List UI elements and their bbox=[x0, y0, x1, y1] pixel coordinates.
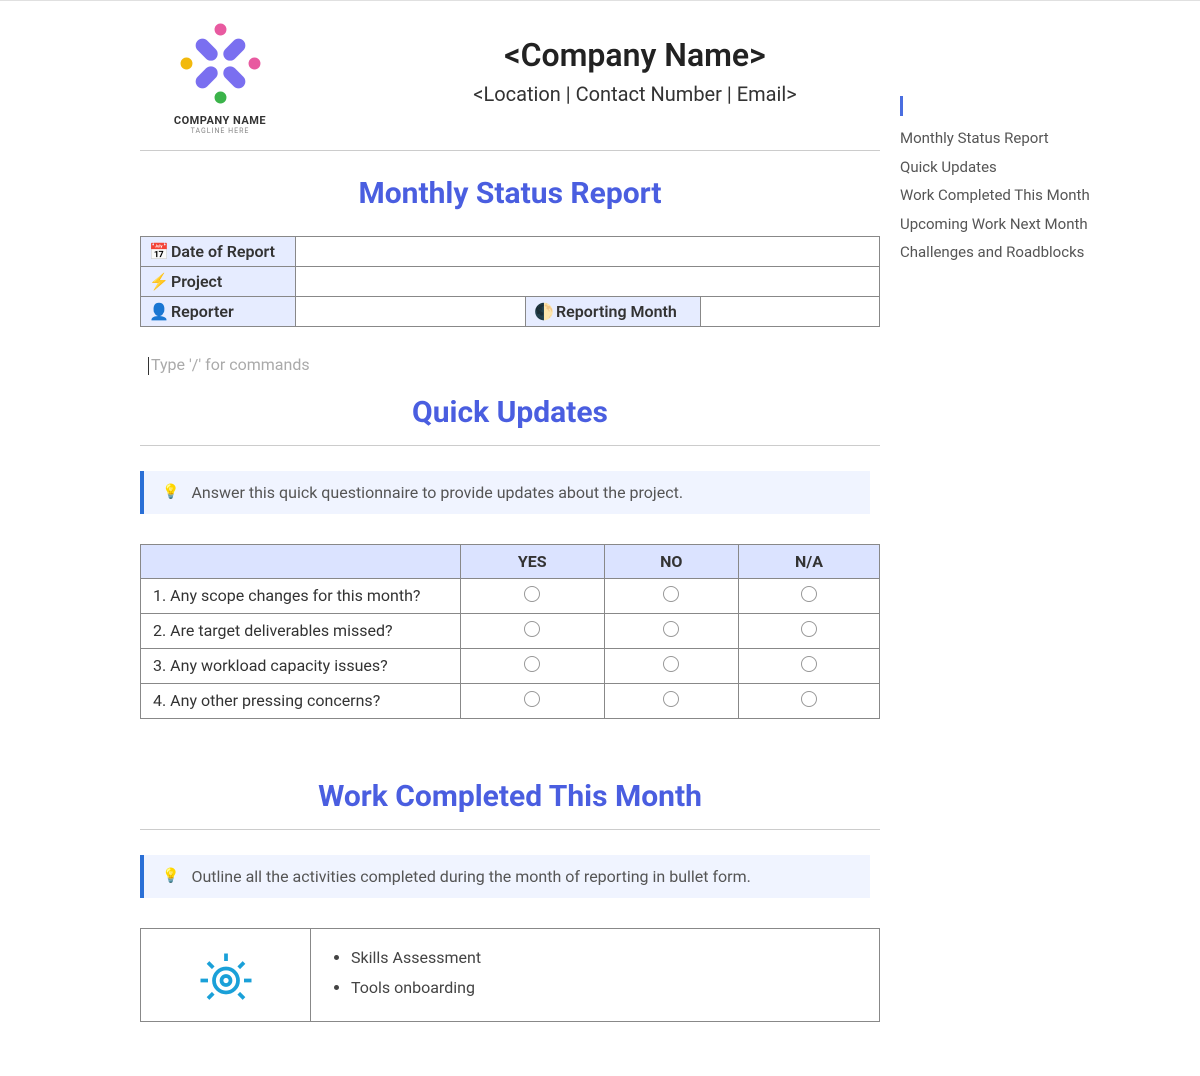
section-title-quick-updates[interactable]: Quick Updates bbox=[140, 395, 880, 430]
radio-na[interactable] bbox=[801, 656, 817, 672]
field-label-reporter: 👤Reporter bbox=[141, 297, 296, 327]
outline-item[interactable]: Monthly Status Report bbox=[900, 124, 1160, 153]
column-yes: YES bbox=[461, 544, 605, 578]
gear-icon bbox=[186, 943, 266, 1003]
radio-yes[interactable] bbox=[524, 691, 540, 707]
calendar-icon: 📅 bbox=[149, 242, 165, 261]
question-row: 3. Any workload capacity issues? bbox=[141, 648, 880, 683]
work-bullets-cell[interactable]: Skills Assessment Tools onboarding bbox=[311, 928, 880, 1021]
radio-yes[interactable] bbox=[524, 656, 540, 672]
company-logo: COMPANY NAME TAGLINE HERE bbox=[140, 21, 300, 135]
bullet-item[interactable]: Tools onboarding bbox=[351, 973, 861, 1003]
radio-na[interactable] bbox=[801, 691, 817, 707]
logo-label: COMPANY NAME bbox=[140, 114, 300, 127]
bulb-icon: 💡 bbox=[162, 868, 179, 884]
questionnaire-table: YES NO N/A 1. Any scope changes for this… bbox=[140, 544, 880, 719]
outline-item[interactable]: Quick Updates bbox=[900, 153, 1160, 182]
field-label-project: ⚡Project bbox=[141, 267, 296, 297]
work-completed-table: Skills Assessment Tools onboarding bbox=[140, 928, 880, 1022]
field-value-reporting-month[interactable] bbox=[701, 297, 880, 327]
radio-no[interactable] bbox=[663, 691, 679, 707]
question-row: 1. Any scope changes for this month? bbox=[141, 578, 880, 613]
outline-item[interactable]: Upcoming Work Next Month bbox=[900, 210, 1160, 239]
logo-tagline: TAGLINE HERE bbox=[140, 127, 300, 135]
column-no: NO bbox=[604, 544, 738, 578]
outline-item[interactable]: Work Completed This Month bbox=[900, 181, 1160, 210]
work-completed-callout: 💡 Outline all the activities completed d… bbox=[140, 855, 870, 898]
field-label-date: 📅Date of Report bbox=[141, 237, 296, 267]
slash-command-input[interactable]: Type '/' for commands bbox=[148, 355, 878, 375]
radio-no[interactable] bbox=[663, 621, 679, 637]
section-title-work-completed[interactable]: Work Completed This Month bbox=[140, 779, 880, 814]
outline-marker bbox=[900, 96, 1160, 116]
question-row: 2. Are target deliverables missed? bbox=[141, 613, 880, 648]
company-name[interactable]: <Company Name> bbox=[380, 36, 890, 74]
radio-yes[interactable] bbox=[524, 621, 540, 637]
bullet-item[interactable]: Skills Assessment bbox=[351, 943, 861, 973]
radio-no[interactable] bbox=[663, 656, 679, 672]
divider bbox=[140, 445, 880, 446]
quick-updates-callout: 💡 Answer this quick questionnaire to pro… bbox=[140, 471, 870, 514]
radio-yes[interactable] bbox=[524, 586, 540, 602]
field-value-project[interactable] bbox=[296, 267, 880, 297]
callout-text: Answer this quick questionnaire to provi… bbox=[191, 483, 683, 502]
radio-na[interactable] bbox=[801, 621, 817, 637]
report-info-table: 📅Date of Report ⚡Project 👤Reporter 🌓Repo… bbox=[140, 236, 880, 327]
logo-icon bbox=[178, 21, 263, 106]
divider bbox=[140, 150, 880, 151]
document-header: COMPANY NAME TAGLINE HERE <Company Name>… bbox=[140, 21, 890, 135]
company-subheading[interactable]: <Location | Contact Number | Email> bbox=[380, 82, 890, 106]
lightning-icon: ⚡ bbox=[149, 272, 165, 291]
moon-icon: 🌓 bbox=[534, 302, 550, 321]
divider bbox=[140, 829, 880, 830]
field-label-reporting-month: 🌓Reporting Month bbox=[526, 297, 701, 327]
question-row: 4. Any other pressing concerns? bbox=[141, 683, 880, 718]
column-na: N/A bbox=[739, 544, 880, 578]
bulb-icon: 💡 bbox=[162, 484, 179, 500]
field-value-reporter[interactable] bbox=[296, 297, 526, 327]
radio-na[interactable] bbox=[801, 586, 817, 602]
work-icon-cell bbox=[141, 928, 311, 1021]
field-value-date[interactable] bbox=[296, 237, 880, 267]
section-title-monthly[interactable]: Monthly Status Report bbox=[140, 176, 880, 211]
outline-item[interactable]: Challenges and Roadblocks bbox=[900, 238, 1160, 267]
document-outline: Monthly Status Report Quick Updates Work… bbox=[900, 1, 1160, 1076]
callout-text: Outline all the activities completed dur… bbox=[191, 867, 750, 886]
person-icon: 👤 bbox=[149, 302, 165, 321]
question-header-blank bbox=[141, 544, 461, 578]
radio-no[interactable] bbox=[663, 586, 679, 602]
